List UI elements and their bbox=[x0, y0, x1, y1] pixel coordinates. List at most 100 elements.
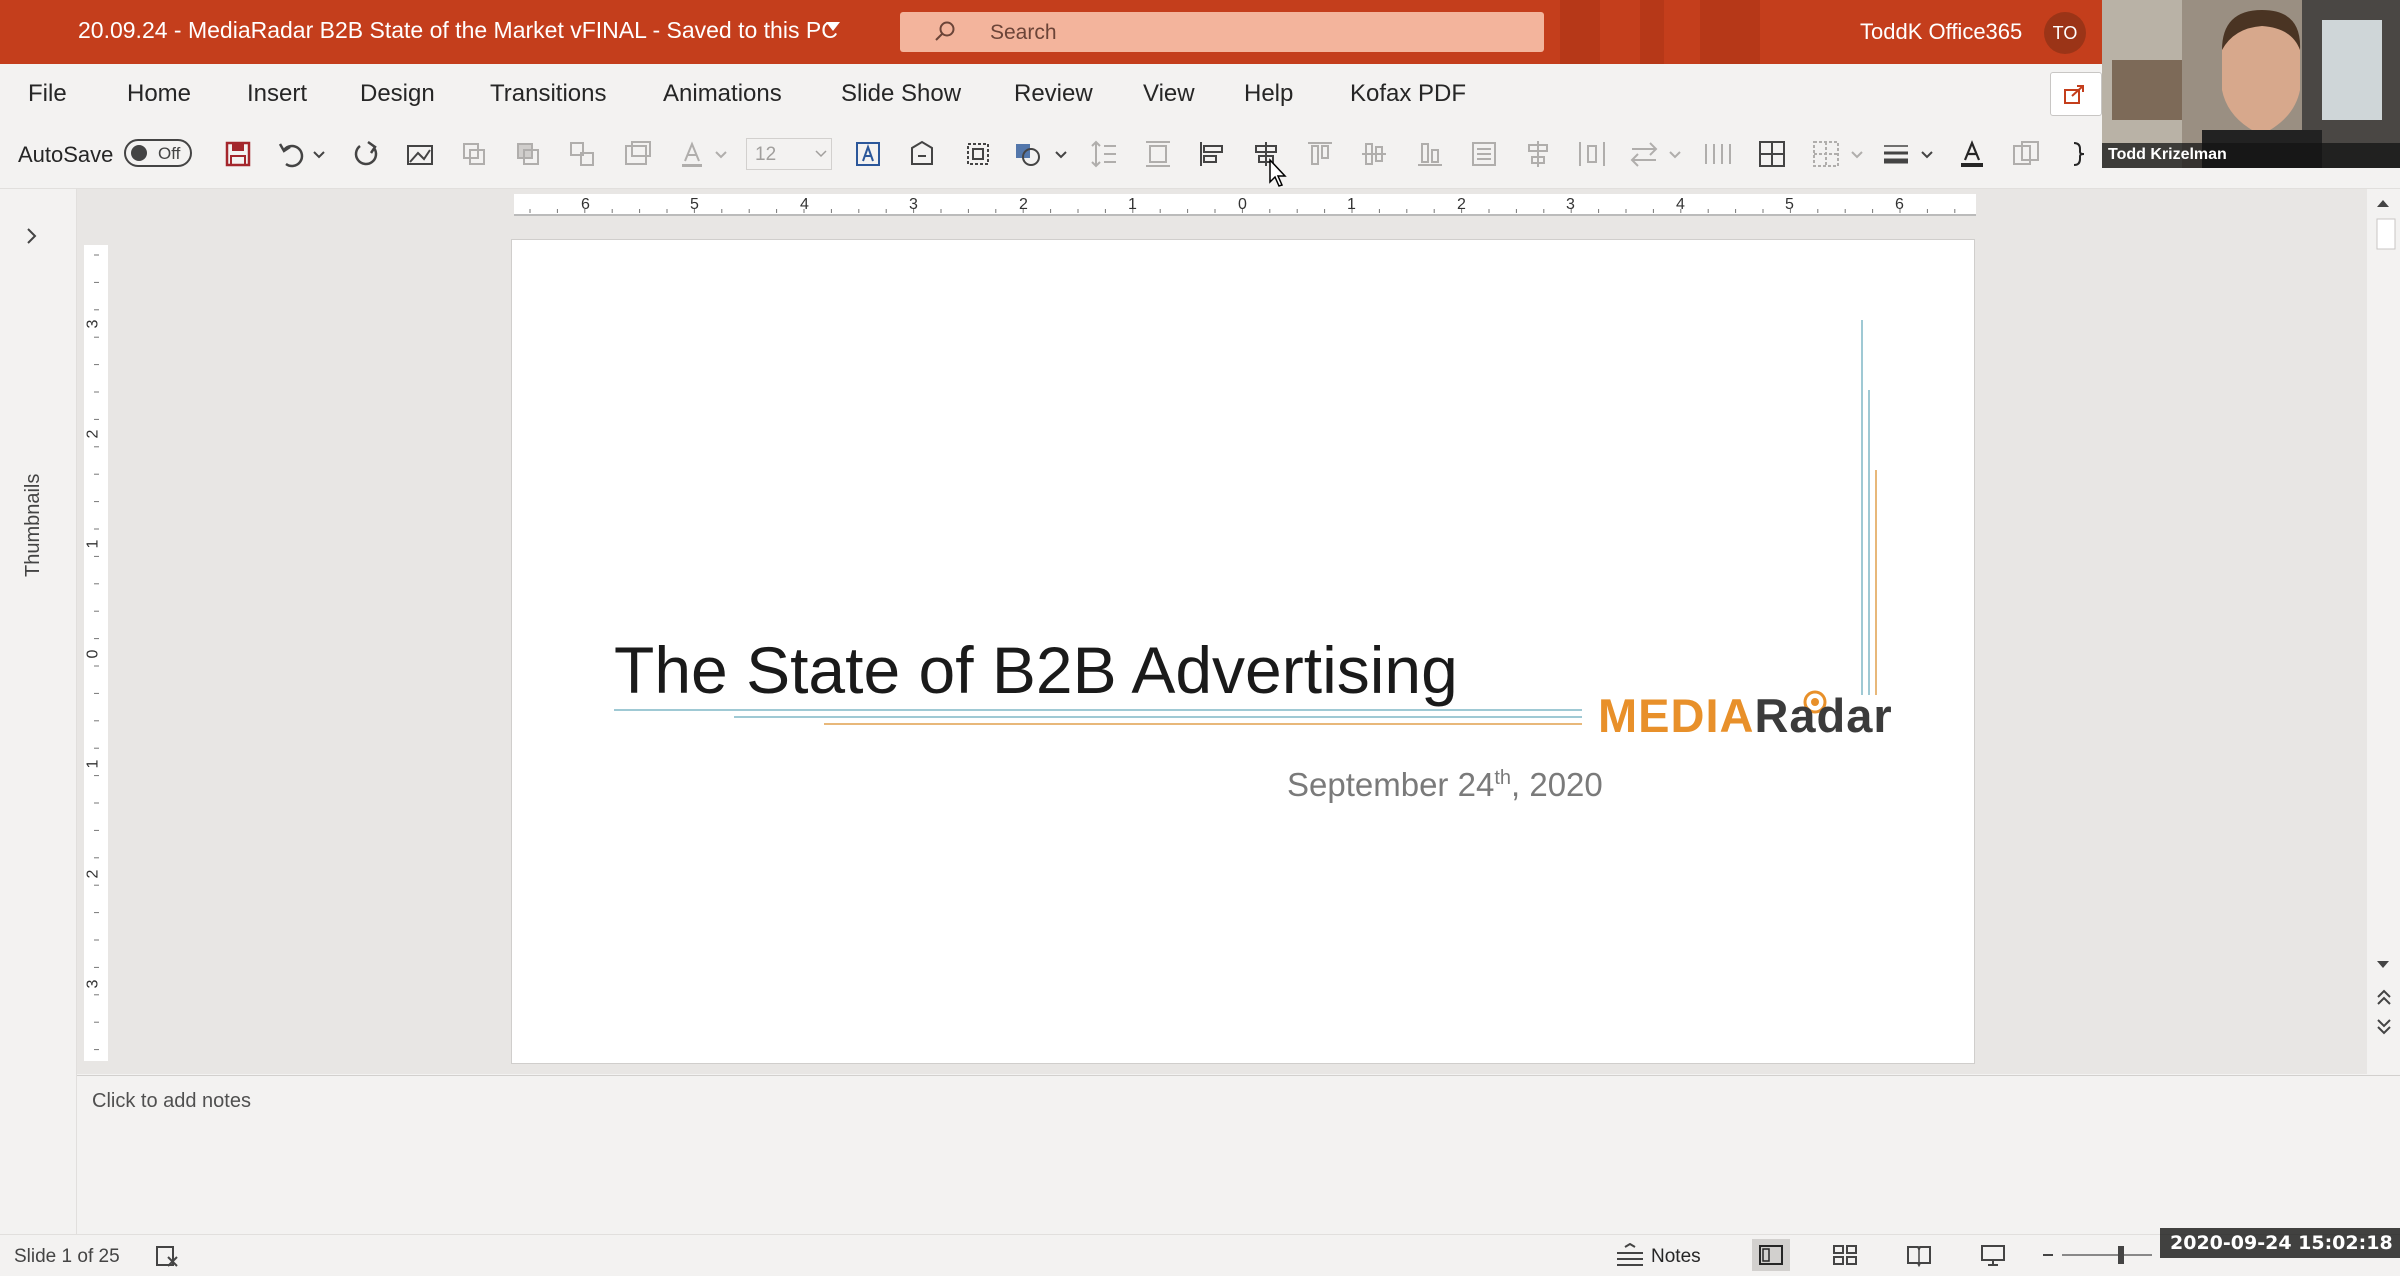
rotate-icon[interactable] bbox=[1628, 138, 1660, 170]
notes-label: Notes bbox=[1651, 1246, 1701, 1267]
tab-design[interactable]: Design bbox=[360, 80, 435, 108]
toggle-knob bbox=[131, 145, 147, 161]
font-color-dropdown-icon[interactable] bbox=[714, 138, 728, 170]
slide-sorter-icon bbox=[1833, 1245, 1857, 1265]
autosave-label: AutoSave bbox=[18, 142, 114, 167]
share-button[interactable] bbox=[2050, 72, 2102, 116]
tab-home[interactable]: Home bbox=[127, 80, 191, 108]
search-placeholder: Search bbox=[990, 21, 1057, 44]
table-columns-icon[interactable] bbox=[1702, 138, 1734, 170]
chevron-down-icon bbox=[815, 150, 827, 158]
font-size-value: 12 bbox=[755, 144, 777, 165]
ruler-label: 3 bbox=[84, 319, 102, 329]
zoom-slider[interactable] bbox=[2040, 1243, 2152, 1267]
save-icon[interactable] bbox=[222, 138, 254, 170]
borders-icon[interactable] bbox=[1810, 138, 1842, 170]
normal-view-button[interactable] bbox=[1752, 1239, 1790, 1271]
thumbnails-label[interactable]: Thumbnails bbox=[22, 474, 45, 577]
ruler-label: 4 bbox=[1676, 196, 1685, 213]
title-bar: 20.09.24 - MediaRadar B2B State of the M… bbox=[0, 0, 2400, 64]
tab-kofax-pdf[interactable]: Kofax PDF bbox=[1350, 80, 1466, 108]
account-name[interactable]: ToddK Office365 bbox=[1860, 19, 2022, 45]
shapes-icon[interactable] bbox=[1012, 138, 1044, 170]
account-avatar[interactable]: TO bbox=[2044, 12, 2086, 54]
ruler-label: 5 bbox=[690, 196, 699, 213]
line-weight-icon[interactable] bbox=[1880, 138, 1912, 170]
send-backward-icon[interactable] bbox=[512, 138, 544, 170]
tab-help[interactable]: Help bbox=[1244, 80, 1293, 108]
next-slide-icon[interactable] bbox=[2375, 1015, 2393, 1037]
group-icon[interactable] bbox=[566, 138, 598, 170]
notes-placeholder[interactable]: Click to add notes bbox=[92, 1090, 251, 1113]
notes-toggle-button[interactable]: Notes bbox=[1615, 1239, 1705, 1271]
selection-pane-icon[interactable] bbox=[962, 138, 994, 170]
date-year: , 2020 bbox=[1511, 766, 1603, 803]
mouse-cursor-icon bbox=[1269, 158, 1287, 187]
tab-review[interactable]: Review bbox=[1014, 80, 1093, 108]
slide-date[interactable]: September 24th, 2020 bbox=[1287, 766, 1603, 804]
title-dropdown-icon[interactable] bbox=[826, 22, 840, 31]
more-commands-icon[interactable] bbox=[2070, 138, 2086, 170]
copy-format-icon[interactable] bbox=[2010, 138, 2042, 170]
font-size-select[interactable]: 12 bbox=[746, 138, 832, 170]
shapes-dropdown-icon[interactable] bbox=[1054, 138, 1068, 170]
text-direction-icon[interactable] bbox=[1468, 138, 1500, 170]
ruler-label: 2 bbox=[1457, 196, 1466, 213]
titlebar-decoration bbox=[1700, 0, 1760, 64]
tab-transitions[interactable]: Transitions bbox=[490, 80, 606, 108]
ruler-label: 3 bbox=[1566, 196, 1575, 213]
align-top-icon[interactable] bbox=[1304, 138, 1336, 170]
align-objects-icon[interactable] bbox=[1522, 138, 1554, 170]
insert-picture-icon[interactable] bbox=[404, 138, 436, 170]
slide-sorter-button[interactable] bbox=[1826, 1239, 1864, 1271]
tab-animations[interactable]: Animations bbox=[663, 80, 782, 108]
ruler-label: 2 bbox=[84, 429, 102, 439]
vertical-scrollbar[interactable] bbox=[2367, 189, 2400, 1074]
notes-pane[interactable]: Click to add notes bbox=[77, 1075, 2400, 1234]
text-box-icon[interactable] bbox=[852, 138, 884, 170]
normal-view-icon bbox=[1759, 1245, 1783, 1265]
titlebar-decoration bbox=[1560, 0, 1600, 64]
table-grid-icon[interactable] bbox=[1756, 138, 1788, 170]
search-box[interactable]: Search bbox=[900, 12, 1544, 52]
date-ordinal: th bbox=[1494, 767, 1511, 789]
font-color-icon[interactable] bbox=[676, 138, 708, 170]
reading-view-button[interactable] bbox=[1900, 1239, 1938, 1271]
redo-icon[interactable] bbox=[350, 138, 382, 170]
chevron-right-icon[interactable] bbox=[25, 226, 39, 246]
borders-dropdown-icon[interactable] bbox=[1850, 138, 1864, 170]
align-bottom-icon[interactable] bbox=[1414, 138, 1446, 170]
tab-file[interactable]: File bbox=[28, 80, 67, 108]
line-weight-dropdown-icon[interactable] bbox=[1920, 138, 1934, 170]
undo-dropdown-icon[interactable] bbox=[312, 138, 326, 170]
tab-view[interactable]: View bbox=[1143, 80, 1195, 108]
ruler-label: 3 bbox=[909, 196, 918, 213]
edit-shape-icon[interactable] bbox=[906, 138, 938, 170]
distribute-horizontal-icon[interactable] bbox=[1576, 138, 1608, 170]
ruler-label: 5 bbox=[1785, 196, 1794, 213]
search-icon bbox=[935, 21, 955, 41]
slide-canvas[interactable]: The State of B2B Advertising MEDIARadar … bbox=[512, 240, 1974, 1063]
ribbon-tabs: File Home Insert Design Transitions Anim… bbox=[0, 64, 2400, 122]
slide-show-button[interactable] bbox=[1974, 1239, 2012, 1271]
undo-icon[interactable] bbox=[276, 138, 308, 170]
ruler-label: 1 bbox=[1347, 196, 1356, 213]
tab-insert[interactable]: Insert bbox=[247, 80, 307, 108]
rotate-dropdown-icon[interactable] bbox=[1668, 138, 1682, 170]
text-color-icon[interactable] bbox=[1956, 138, 1988, 170]
previous-slide-icon[interactable] bbox=[2375, 987, 2393, 1009]
accessibility-icon[interactable] bbox=[154, 1243, 180, 1269]
align-middle-icon[interactable] bbox=[1358, 138, 1390, 170]
ruler-label: 1 bbox=[84, 759, 102, 769]
autosave-toggle[interactable]: Off bbox=[124, 139, 192, 167]
ruler-label: 2 bbox=[84, 869, 102, 879]
line-spacing-icon[interactable] bbox=[1088, 138, 1120, 170]
ungroup-icon[interactable] bbox=[622, 138, 654, 170]
ruler-label: 4 bbox=[800, 196, 809, 213]
tab-slide-show[interactable]: Slide Show bbox=[841, 80, 961, 108]
bring-forward-icon[interactable] bbox=[458, 138, 490, 170]
slide-show-icon bbox=[1981, 1245, 2005, 1266]
slide-title[interactable]: The State of B2B Advertising bbox=[614, 632, 1458, 708]
distribute-icon[interactable] bbox=[1142, 138, 1174, 170]
align-left-icon[interactable] bbox=[1196, 138, 1228, 170]
